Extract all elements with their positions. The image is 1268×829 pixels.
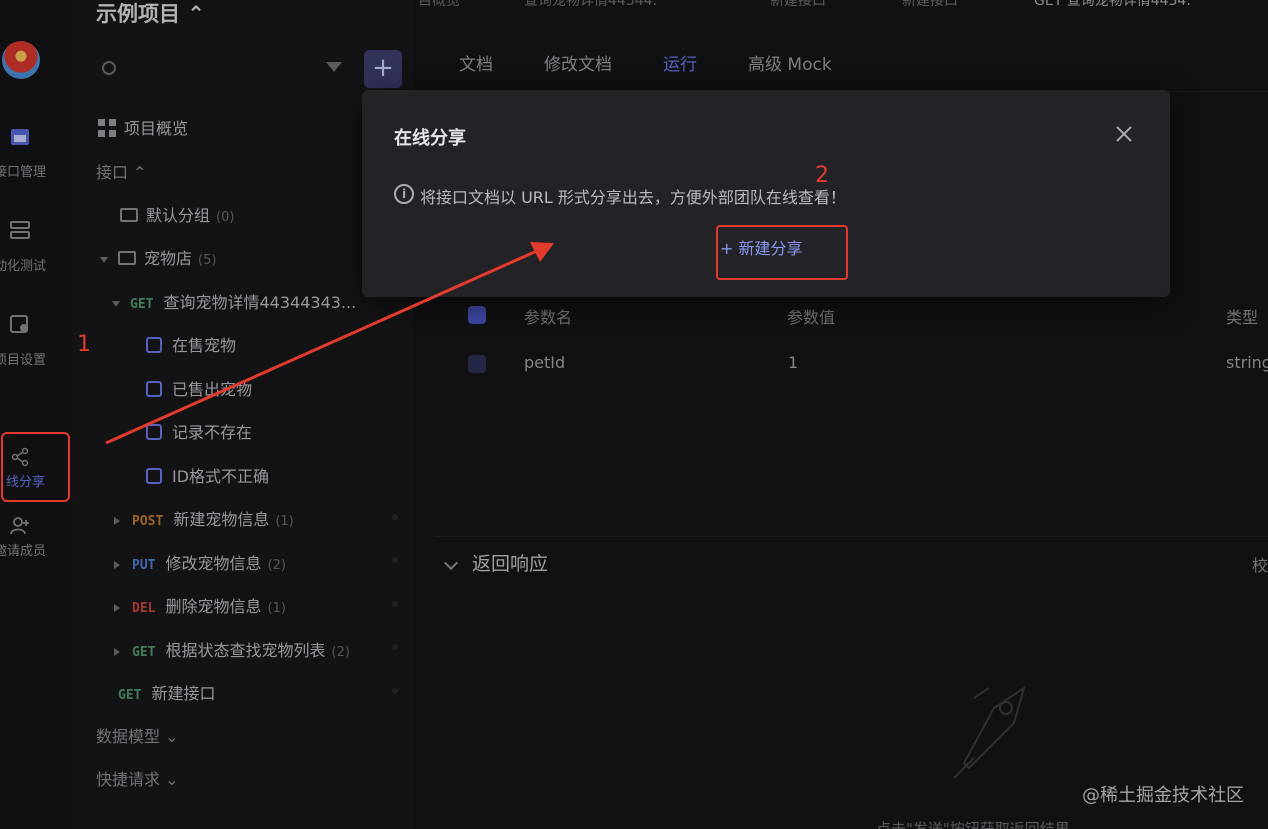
info-icon: i [394,184,414,204]
step-number: 1 [77,332,91,357]
step-number: 2 [815,163,829,188]
modal-title: 在线分享 [394,128,466,149]
highlight-box-new-share [716,225,848,280]
close-icon[interactable] [1114,124,1134,144]
modal-description: 将接口文档以 URL 形式分享出去，方便外部团队在线查看！ [420,188,846,207]
highlight-box-share [1,432,70,502]
